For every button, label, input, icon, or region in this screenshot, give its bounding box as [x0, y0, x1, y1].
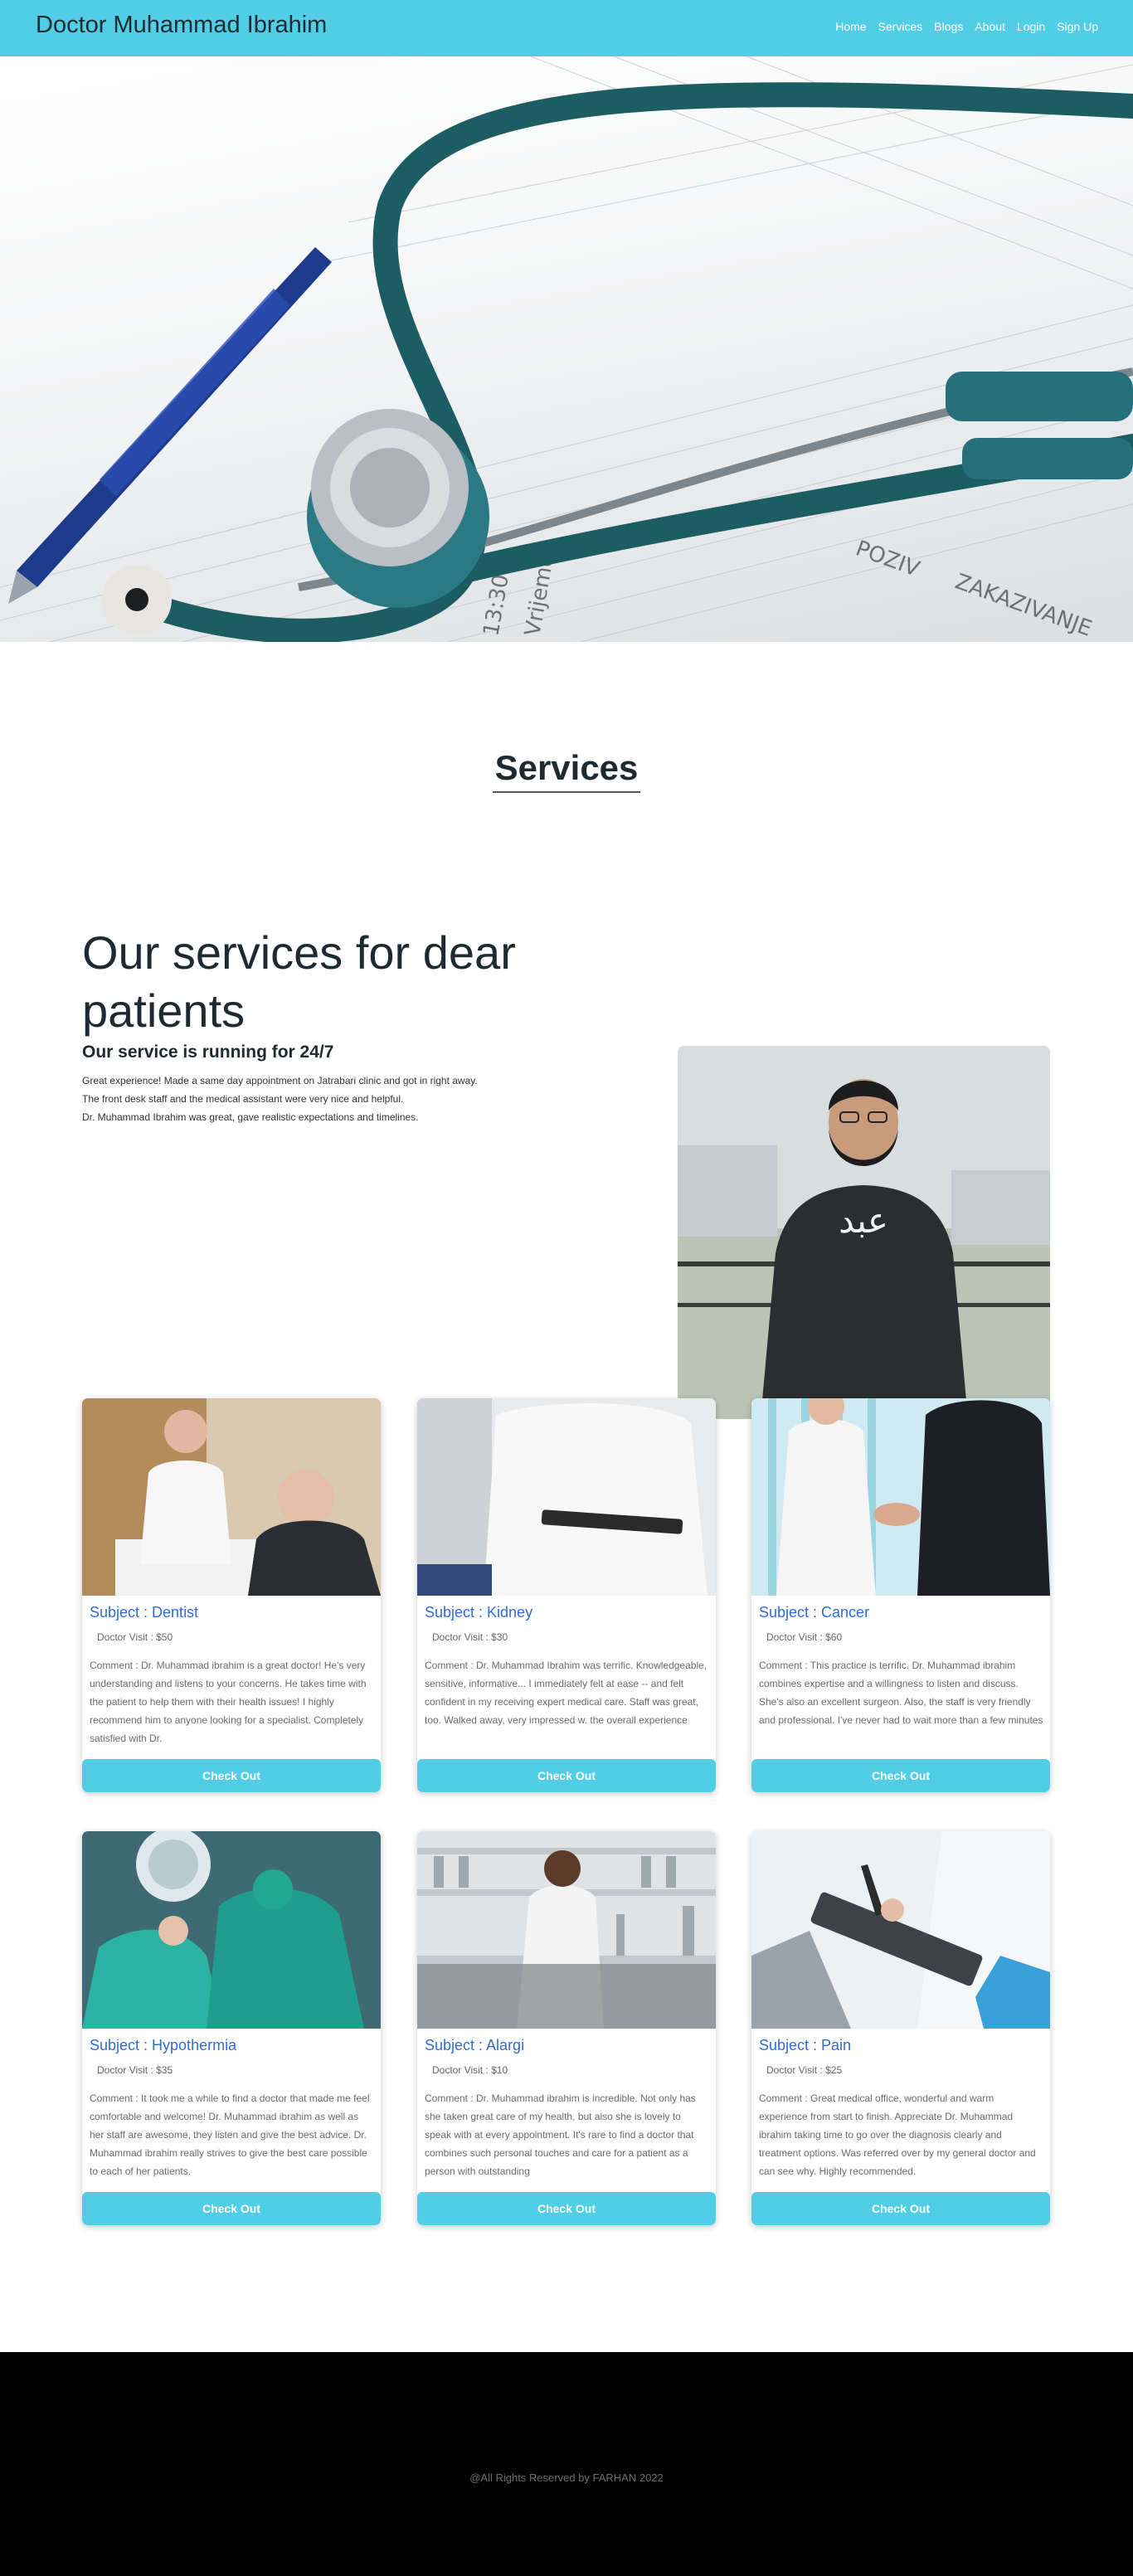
- service-card-hypothermia: Subject : Hypothermia Doctor Visit : $35…: [82, 1831, 381, 2225]
- services-section-header: Services: [0, 642, 1133, 800]
- doctor-portrait-image: عبد: [678, 1046, 1050, 1419]
- service-card-cancer: Subject : Cancer Doctor Visit : $60 Comm…: [751, 1398, 1050, 1792]
- card-image-laboratory: [417, 1831, 716, 2029]
- card-image-tablet: [417, 1398, 716, 1596]
- card-subject: Subject : Kidney: [425, 1604, 533, 1621]
- card-comment: Comment : Dr. Muhammad Ibrahim was terri…: [425, 1660, 708, 1726]
- intro-text: Great experience! Made a same day appoin…: [82, 1072, 580, 1126]
- services-underline: [493, 791, 640, 793]
- intro-section: Our services for dear patients Our servi…: [0, 800, 1133, 1419]
- card-price: Doctor Visit : $60: [766, 1631, 843, 1643]
- service-cards: Subject : Dentist Doctor Visit : $50 Com…: [0, 1398, 1133, 2352]
- card-subject: Subject : Dentist: [90, 1604, 199, 1621]
- nav-signup-link[interactable]: Sign Up: [1057, 20, 1098, 33]
- footer: @All Rights Reserved by FARHAN 2022: [0, 2352, 1133, 2576]
- navbar: Doctor Muhammad Ibrahim Home Services Bl…: [0, 0, 1133, 56]
- card-image-clipboard: [751, 1831, 1050, 2029]
- card-image-handshake: [751, 1398, 1050, 1596]
- nav-links: Home Services Blogs About Login Sign Up: [835, 20, 1098, 33]
- service-card-pain: Subject : Pain Doctor Visit : $25 Commen…: [751, 1831, 1050, 2225]
- nav-about-link[interactable]: About: [975, 20, 1005, 33]
- check-out-button[interactable]: Check Out: [751, 1759, 1050, 1792]
- check-out-button[interactable]: Check Out: [82, 1759, 381, 1792]
- svg-text:ZAKAZIVANJE: ZAKAZIVANJE: [952, 569, 1096, 641]
- nav-blogs-link[interactable]: Blogs: [934, 20, 963, 33]
- service-card-kidney: Subject : Kidney Doctor Visit : $30 Comm…: [417, 1398, 716, 1792]
- check-out-button[interactable]: Check Out: [417, 1759, 716, 1792]
- nav-home-link[interactable]: Home: [835, 20, 866, 33]
- card-comment: Comment : Great medical office, wonderfu…: [759, 2092, 1036, 2177]
- intro-line: The front desk staff and the medical ass…: [82, 1093, 404, 1105]
- intro-line: Great experience! Made a same day appoin…: [82, 1075, 478, 1086]
- check-out-button[interactable]: Check Out: [82, 2192, 381, 2225]
- nav-services-link[interactable]: Services: [878, 20, 923, 33]
- svg-text:13:30: 13:30: [479, 572, 514, 638]
- svg-text:POZIV: POZIV: [853, 536, 923, 581]
- intro-heading: Our services for dear patients: [82, 926, 516, 1037]
- card-image-consultation: [82, 1398, 381, 1596]
- brand-title[interactable]: Doctor Muhammad Ibrahim: [36, 12, 327, 39]
- doctor-portrait: عبد: [678, 1046, 1050, 1419]
- card-image-surgery: [82, 1831, 381, 2029]
- card-price: Doctor Visit : $35: [97, 2064, 173, 2076]
- services-title: Services: [494, 748, 639, 787]
- portrait-badge: عبد: [839, 1200, 888, 1241]
- card-subject: Subject : Pain: [759, 2037, 852, 2054]
- check-out-button[interactable]: Check Out: [751, 2192, 1050, 2225]
- nav-login-link[interactable]: Login: [1017, 20, 1045, 33]
- card-price: Doctor Visit : $30: [432, 1631, 508, 1643]
- card-comment: Comment : Dr. Muhammad ibrahim is incred…: [425, 2092, 696, 2177]
- card-price: Doctor Visit : $10: [432, 2064, 508, 2076]
- card-comment: Comment : It took me a while to find a d…: [90, 2092, 370, 2177]
- card-comment: Comment : This practice is terrific. Dr.…: [759, 1660, 1043, 1726]
- service-card-alargi: Subject : Alargi Doctor Visit : $10 Comm…: [417, 1831, 716, 2225]
- card-price: Doctor Visit : $25: [766, 2064, 843, 2076]
- intro-subheading: Our service is running for 24/7: [82, 1043, 334, 1062]
- intro-line: Dr. Muhammad Ibrahim was great, gave rea…: [82, 1111, 419, 1123]
- hero-banner: ZAKAZIVANJE POZIV 13:30 Vrijeme: [0, 56, 1133, 642]
- card-price: Doctor Visit : $50: [97, 1631, 173, 1643]
- card-comment: Comment : Dr. Muhammad ibrahim is a grea…: [90, 1660, 367, 1744]
- card-subject: Subject : Alargi: [425, 2037, 525, 2054]
- service-card-dentist: Subject : Dentist Doctor Visit : $50 Com…: [82, 1398, 381, 1792]
- card-subject: Subject : Cancer: [759, 1604, 870, 1621]
- card-subject: Subject : Hypothermia: [90, 2037, 237, 2054]
- footer-copyright: @All Rights Reserved by FARHAN 2022: [469, 2472, 664, 2484]
- hero-stethoscope-image: ZAKAZIVANJE POZIV 13:30 Vrijeme: [0, 56, 1133, 642]
- check-out-button[interactable]: Check Out: [417, 2192, 716, 2225]
